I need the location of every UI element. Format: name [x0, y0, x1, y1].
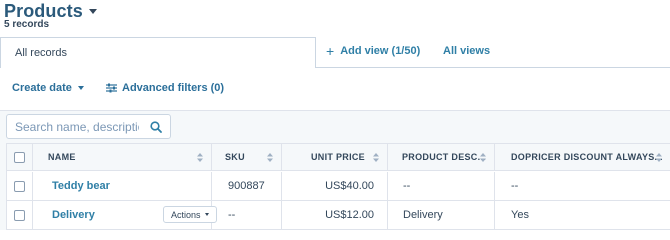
- column-header-unit-price[interactable]: UNIT PRICE: [282, 144, 388, 171]
- tab-label: All records: [15, 47, 67, 59]
- plus-icon: +: [326, 43, 335, 59]
- description-cell: Delivery: [388, 201, 495, 229]
- caret-down-icon: [204, 213, 209, 216]
- sort-icon: [480, 153, 486, 162]
- search-icon[interactable]: [150, 120, 162, 133]
- sort-icon: [656, 153, 662, 162]
- sort-icon: [373, 153, 379, 162]
- row-select-cell: [7, 201, 33, 229]
- caret-down-icon: [77, 86, 84, 90]
- column-label: PRODUCT DESC...: [402, 152, 487, 162]
- filter-sliders-icon: [106, 83, 117, 93]
- row-select-cell: [7, 172, 33, 200]
- record-name-link[interactable]: Teddy bear: [52, 180, 110, 192]
- row-checkbox[interactable]: [14, 209, 25, 221]
- column-label: DOPRICER DISCOUNT ALWAYS...: [511, 152, 663, 162]
- add-view-button[interactable]: + Add view (1/50): [326, 44, 420, 58]
- search-input[interactable]: [15, 119, 139, 134]
- add-view-label: Add view (1/50): [340, 45, 421, 57]
- unit-price-cell: US$40.00: [282, 172, 388, 200]
- actions-label: Actions: [171, 209, 201, 220]
- all-views-link[interactable]: All views: [443, 45, 490, 57]
- create-date-label: Create date: [12, 82, 72, 94]
- column-header-name[interactable]: NAME: [33, 144, 212, 171]
- sort-icon: [267, 153, 273, 162]
- sku-cell: --: [212, 201, 282, 229]
- sku-cell: 900887: [212, 172, 282, 200]
- unit-price-cell: US$12.00: [282, 201, 388, 229]
- row-actions-button[interactable]: Actions: [163, 206, 217, 223]
- column-label: NAME: [48, 152, 76, 162]
- column-header-product-description[interactable]: PRODUCT DESC...: [388, 144, 495, 171]
- select-all-checkbox[interactable]: [14, 151, 25, 163]
- advanced-filters-button[interactable]: Advanced filters (0): [106, 82, 224, 94]
- record-count: 5 records: [4, 19, 50, 30]
- column-header-dopricer-discount[interactable]: DOPRICER DISCOUNT ALWAYS...: [495, 144, 670, 171]
- row-checkbox[interactable]: [14, 180, 25, 192]
- name-cell: Delivery Actions: [33, 201, 217, 229]
- column-header-sku[interactable]: SKU: [212, 144, 282, 171]
- description-cell: --: [388, 172, 495, 200]
- table-row: Delivery Actions -- US$12.00 Delivery Ye…: [7, 201, 670, 230]
- dopricer-discount-cell: --: [495, 172, 670, 200]
- caret-down-icon: [88, 8, 97, 14]
- search-field[interactable]: [6, 114, 171, 139]
- sort-icon: [197, 153, 203, 162]
- tab-all-records[interactable]: All records: [0, 37, 316, 68]
- record-name-link[interactable]: Delivery: [52, 209, 95, 221]
- column-label: SKU: [225, 152, 245, 162]
- tabs-divider: [316, 67, 670, 68]
- name-cell: Teddy bear: [33, 172, 212, 200]
- column-label: UNIT PRICE: [310, 152, 365, 162]
- select-all-cell: [7, 144, 33, 171]
- advanced-filters-label: Advanced filters (0): [122, 82, 225, 94]
- create-date-filter[interactable]: Create date: [12, 82, 84, 94]
- table-row: Teddy bear 900887 US$40.00 -- --: [7, 172, 670, 201]
- records-table: NAME SKU UNIT PRICE PRODUCT DESC... DOPR…: [6, 143, 670, 230]
- dopricer-discount-cell: Yes: [495, 201, 670, 229]
